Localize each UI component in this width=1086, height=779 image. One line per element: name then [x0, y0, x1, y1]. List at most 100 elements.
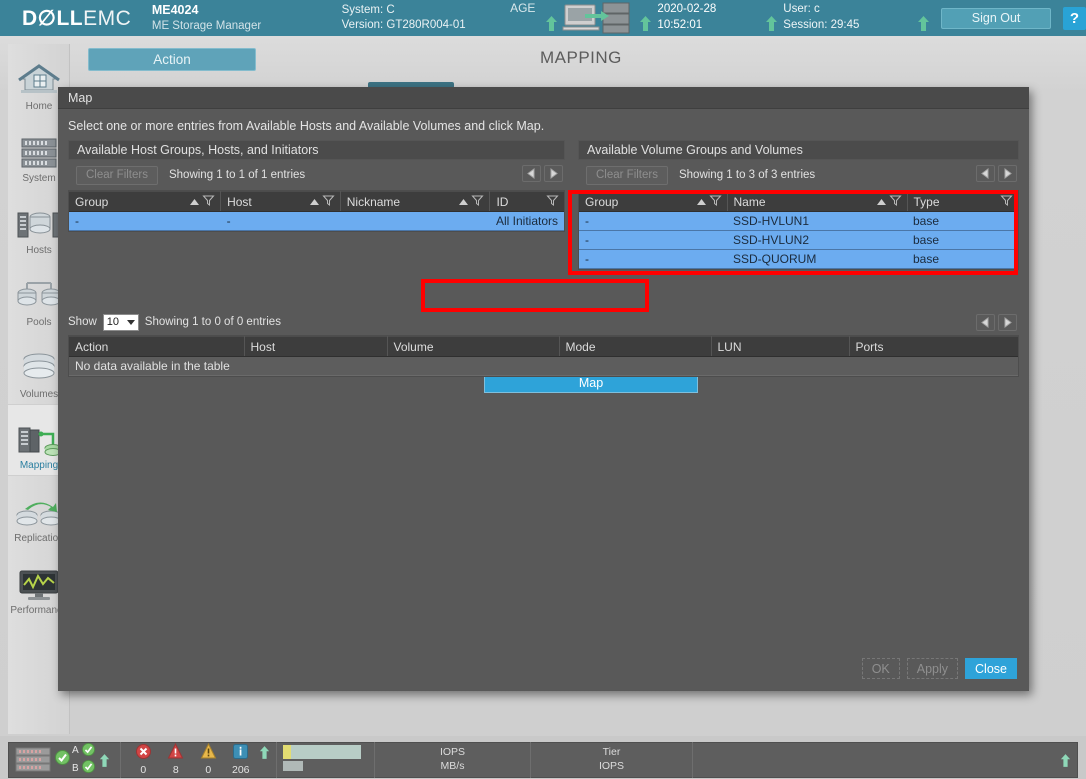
close-button[interactable]: Close — [965, 658, 1017, 679]
system-model: ME4024 — [151, 3, 199, 17]
filter-icon[interactable] — [1000, 195, 1013, 209]
hosts-clear-filters-button[interactable]: Clear Filters — [76, 165, 158, 185]
health-up-arrow-icon-2 — [639, 16, 653, 31]
show-entries-select[interactable]: 10 — [102, 313, 139, 331]
emc-wordmark: EMC — [83, 6, 132, 30]
sign-out-button[interactable]: Sign Out — [941, 7, 1052, 29]
event-error[interactable]: 0 — [127, 744, 160, 776]
event-information[interactable]: 206 — [225, 744, 258, 776]
system-version-block: System: C Version: GT280R004-01 AGE — [342, 1, 542, 33]
hosts-next-page-icon[interactable] — [544, 165, 563, 182]
system-age-label: AGE — [510, 1, 536, 16]
volumes-table-header-row: Group Name Type — [579, 191, 1018, 212]
table-row[interactable]: - SSD-HVLUN1 base — [579, 211, 1018, 231]
hosts-col-nickname[interactable]: Nickname — [340, 191, 491, 212]
error-icon — [135, 744, 151, 762]
enclosure-expand-arrow-icon[interactable] — [99, 753, 110, 767]
filter-icon[interactable] — [888, 195, 902, 209]
information-icon — [233, 744, 249, 762]
dialog-title: Map — [58, 87, 1029, 109]
help-button[interactable]: ? — [1063, 6, 1086, 30]
volumes-prev-page-icon[interactable] — [976, 165, 995, 182]
iops-label: IOPS — [439, 746, 466, 759]
health-up-arrow-icon-3 — [765, 16, 779, 31]
health-up-arrow-icon-1 — [545, 16, 559, 31]
hosts-col-id[interactable]: ID — [489, 191, 564, 212]
volumes-clear-filters-button[interactable]: Clear Filters — [586, 165, 668, 185]
sidebar-label-system: System — [22, 173, 56, 184]
event-critical[interactable]: 8 — [160, 742, 193, 776]
hosts-col-host[interactable]: Host — [220, 191, 341, 212]
volumes-col-type-label: Type — [913, 194, 940, 209]
status-spacer-segment — [693, 742, 1077, 778]
mappings-toolbar: Show 10 Showing 1 to 0 of 0 entries — [68, 309, 1019, 335]
sort-ascending-icon[interactable] — [189, 195, 200, 209]
controller-b-ok-icon — [81, 760, 95, 778]
hosts-col-host-label: Host — [227, 194, 252, 209]
hosts-col-group[interactable]: Group — [69, 191, 222, 212]
filter-icon[interactable] — [322, 195, 335, 209]
date-time-block: 2020-02-28 10:52:01 — [657, 2, 761, 33]
table-row[interactable]: - SSD-HVLUN2 base — [579, 230, 1018, 250]
events-expand-arrow-icon[interactable] — [259, 746, 270, 759]
tier-iops-segment[interactable]: Tier IOPS — [531, 742, 693, 778]
volumes-col-name[interactable]: Name — [727, 191, 908, 212]
available-hosts-panel: Available Host Groups, Hosts, and Initia… — [68, 140, 565, 232]
hosts-cell-nickname — [340, 211, 490, 231]
map-dialog: Map Select one or more entries from Avai… — [58, 87, 1029, 691]
sidebar-label-replication: Replication — [14, 533, 64, 544]
table-row[interactable]: - SSD-QUORUM base — [579, 249, 1018, 269]
mappings-col-lun[interactable]: LUN — [711, 336, 850, 357]
bottom-status-bar: A B 0 8 0 206 IOPS MB/s Tier IOPS — [0, 736, 1086, 779]
volumes-next-page-icon[interactable] — [998, 165, 1017, 182]
iops-labels: IOPS MB/s — [440, 746, 465, 773]
filter-icon[interactable] — [708, 195, 722, 209]
sort-ascending-icon[interactable] — [696, 195, 707, 209]
hosts-cell-id: All Initiators — [489, 211, 564, 231]
action-button[interactable]: Action — [88, 48, 256, 71]
events-segment[interactable]: 0 8 0 206 — [121, 742, 277, 778]
hosts-col-group-label: Group — [75, 194, 109, 209]
page-title: MAPPING — [540, 48, 622, 67]
sort-ascending-icon[interactable] — [458, 195, 469, 209]
mappings-pager — [976, 313, 1017, 331]
filter-icon[interactable] — [202, 195, 215, 209]
table-row[interactable]: - - All Initiators — [69, 211, 564, 231]
hosts-table: Group Host Nickname ID - - All Initiator… — [69, 191, 564, 231]
iops-segment[interactable]: IOPS MB/s — [375, 742, 531, 778]
mappings-col-ports[interactable]: Ports — [849, 336, 1018, 357]
filter-icon[interactable] — [546, 195, 559, 209]
filter-icon[interactable] — [471, 195, 485, 209]
mappings-next-page-icon[interactable] — [998, 313, 1017, 331]
volumes-cell-name: SSD-HVLUN2 — [727, 230, 907, 250]
mappings-col-volume[interactable]: Volume — [387, 336, 560, 357]
volumes-col-type[interactable]: Type — [907, 191, 1018, 212]
apply-button[interactable]: Apply — [906, 658, 959, 679]
volumes-panel-toolbar: Clear Filters Showing 1 to 3 of 3 entrie… — [578, 160, 1019, 190]
status-expand-arrow-icon[interactable] — [1060, 753, 1071, 767]
mappings-prev-page-icon[interactable] — [976, 313, 995, 331]
capacity-bar-chart — [283, 743, 369, 778]
sort-ascending-icon[interactable] — [309, 195, 320, 209]
hosts-panel-toolbar: Clear Filters Showing 1 to 1 of 1 entrie… — [68, 160, 565, 190]
ok-button[interactable]: OK — [861, 658, 900, 679]
event-warning[interactable]: 0 — [192, 742, 225, 776]
enclosure-status-segment[interactable]: A B — [9, 742, 121, 778]
hosts-prev-page-icon[interactable] — [522, 165, 541, 182]
dialog-footer: OK Apply Close — [861, 658, 1017, 679]
mbs-label: MB/s — [440, 760, 465, 772]
mappings-col-action[interactable]: Action — [69, 336, 245, 357]
mappings-col-host[interactable]: Host — [244, 336, 388, 357]
mappings-col-mode[interactable]: Mode — [559, 336, 712, 357]
volumes-cell-type: base — [907, 249, 1018, 269]
dell-emc-logo: D∅LLEMC — [0, 6, 152, 31]
sort-ascending-icon[interactable] — [876, 195, 887, 209]
capacity-segment[interactable] — [277, 742, 375, 778]
volumes-col-group[interactable]: Group — [579, 191, 728, 212]
hosts-col-nickname-label: Nickname — [346, 194, 401, 209]
volumes-showing-text: Showing 1 to 3 of 3 entries — [678, 169, 816, 181]
volumes-cell-group: - — [579, 211, 727, 231]
hosts-panel-header: Available Host Groups, Hosts, and Initia… — [68, 140, 565, 160]
hosts-pager — [522, 165, 563, 182]
sidebar-label-hosts: Hosts — [26, 245, 52, 256]
